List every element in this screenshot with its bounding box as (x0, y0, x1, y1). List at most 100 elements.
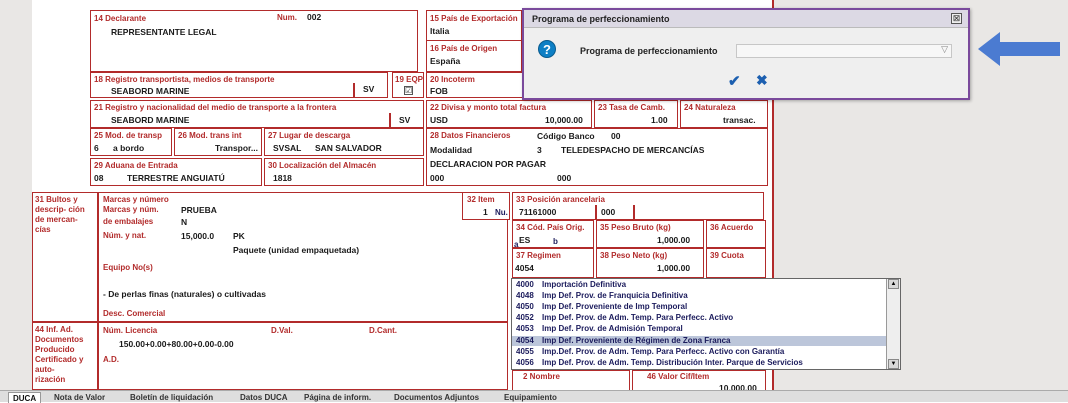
field-15: 15 País de Exportación Italia (426, 10, 522, 42)
field-31-marks-num-label: Marcas y núm. (103, 205, 159, 214)
field-14-value[interactable]: REPRESENTANTE LEGAL (111, 27, 217, 37)
tab-documentos-adjuntos[interactable]: Documentos Adjuntos (390, 392, 483, 403)
field-14-num-label: Num. (277, 13, 297, 22)
field-22-amount[interactable]: 10,000.00 (545, 115, 583, 125)
option-text: Imp Def. Prov. de Adm. Temp. Distribució… (542, 357, 803, 367)
option-text: Imp Def. Proveniente de Régimen de Zona … (542, 335, 731, 345)
field-31-desc[interactable]: - De perlas finas (naturales) o cultivad… (103, 289, 266, 299)
field-31-marks-label: Marcas y número (103, 195, 169, 204)
field-31-package-desc[interactable]: Paquete (unidad empaquetada) (233, 245, 359, 255)
field-34-sub2: b (553, 237, 558, 246)
field-34-value[interactable]: ES (519, 235, 530, 245)
dropdown-option[interactable]: 4000 Importación Definitiva (512, 280, 886, 291)
field-19-label: 19 EQP (395, 75, 424, 84)
field-44-lic-value[interactable]: 150.00+0.00+80.00+0.00-0.00 (119, 339, 234, 349)
field-28-bank[interactable]: 00 (611, 131, 620, 141)
field-26-value[interactable]: Transpor... (215, 143, 258, 153)
field-22: 22 Divisa y monto total factura USD 10,0… (426, 100, 592, 128)
field-28-code1[interactable]: 000 (430, 173, 444, 183)
dropdown-option[interactable]: 4048 Imp Def. Prov. de Franquicia Definit… (512, 291, 886, 302)
field-18-code[interactable]: SV (363, 84, 374, 94)
option-code: 4000 (516, 280, 534, 289)
dropdown-option[interactable]: 4054 Imp Def. Proveniente de Régimen de Z… (512, 335, 886, 347)
field-18: 18 Registro transportista, medios de tra… (90, 72, 388, 98)
field-46-label: 46 Valor Cif/Item (647, 372, 710, 381)
field-27-value[interactable]: SAN SALVADOR (315, 143, 382, 153)
field-25-value[interactable]: a bordo (113, 143, 144, 153)
field-15-value[interactable]: Italia (430, 26, 449, 36)
field-18-value[interactable]: SEABORD MARINE (111, 86, 189, 96)
field-24: 24 Naturaleza transac. (680, 100, 768, 128)
tab-datos-duca[interactable]: Datos DUCA (236, 392, 292, 403)
field-23: 23 Tasa de Camb. 1.00 (594, 100, 678, 128)
tab-equipamiento[interactable]: Equipamiento (500, 392, 561, 403)
field-27: 27 Lugar de descarga SVSAL SAN SALVADOR (264, 128, 424, 156)
field-39: 39 Cuota (706, 248, 766, 278)
chevron-down-icon: ▽ (941, 44, 948, 54)
field-28-mod-code[interactable]: 3 (537, 145, 542, 155)
field-16: 16 País de Origen España (426, 40, 522, 72)
field-22-currency[interactable]: USD (430, 115, 448, 125)
field-20-value[interactable]: FOB (430, 86, 448, 96)
field-18-label: 18 Registro transportista, medios de tra… (94, 75, 275, 84)
tab-duca[interactable]: DUCA (8, 392, 42, 403)
field-31-num-nat-label: Núm. y nat. (103, 231, 147, 240)
cancel-x-icon[interactable]: ✖ (756, 72, 768, 89)
dropdown-scrollbar[interactable]: ▲ ▼ (886, 279, 900, 369)
field-21-value[interactable]: SEABORD MARINE (111, 115, 189, 125)
dropdown-option[interactable]: 4052 Imp Def. Prov. de Adm. Temp. Para Pe… (512, 313, 886, 324)
field-31-num-nat-value[interactable]: 15,000.0 (181, 231, 214, 241)
field-25-code[interactable]: 6 (94, 143, 99, 153)
dropdown-option[interactable]: 4056 Imp Def. Prov. de Adm. Temp. Distrib… (512, 358, 886, 369)
field-28-code2[interactable]: 000 (557, 173, 571, 183)
divider (389, 113, 391, 127)
option-code: 4054 (516, 335, 534, 345)
field-21: 21 Registro y nacionalidad del medio de … (90, 100, 424, 128)
field-30: 30 Localización del Almacén 1818 (264, 158, 424, 186)
option-code: 4048 (516, 291, 534, 301)
field-22-label: 22 Divisa y monto total factura (430, 103, 547, 112)
tab-bar: DUCA Nota de Valor Boletín de liquidación D… (0, 390, 1068, 403)
field-24-value[interactable]: transac. (723, 115, 756, 125)
regimen-dropdown-list[interactable]: 4000 Importación Definitiva 4048 Imp Def. P… (511, 278, 901, 370)
field-23-value[interactable]: 1.00 (651, 115, 668, 125)
field-38-value[interactable]: 1,000.00 (657, 263, 690, 273)
field-35-value[interactable]: 1,000.00 (657, 235, 690, 245)
field-14-num[interactable]: 002 (307, 12, 321, 22)
option-code: 4053 (516, 324, 534, 334)
field-42: 2 Nombre (512, 370, 630, 392)
field-32-value[interactable]: 1 (483, 207, 488, 217)
field-28-payment[interactable]: DECLARACION POR PAGAR (430, 159, 546, 169)
field-28-mod-value[interactable]: TELEDESPACHO DE MERCANCÍAS (561, 145, 704, 155)
dropdown-option[interactable]: 4055 Imp.Def. Prov. de Adm. Temp. Para Pe… (512, 347, 886, 358)
field-33-value[interactable]: 71161000 (519, 207, 556, 217)
dropdown-option[interactable]: 4053 Imp Def. Prov. de Admisión Temporal (512, 324, 886, 335)
eqp-checkbox[interactable]: ☑ (404, 86, 413, 95)
confirm-check-icon[interactable]: ✔ (728, 72, 741, 90)
close-icon[interactable]: ⊠ (951, 13, 962, 24)
field-31-marks-num[interactable]: PRUEBA (181, 205, 217, 215)
field-21-code[interactable]: SV (399, 115, 410, 125)
perfeccionamiento-dialog: Programa de perfeccionamiento ⊠ ? Progra… (522, 8, 970, 100)
scroll-down-arrow-icon[interactable]: ▼ (888, 359, 899, 369)
dropdown-option[interactable]: 4050 Imp Def. Proveniente de Imp Temporal (512, 302, 886, 313)
field-28-label: 28 Datos Financieros (430, 131, 511, 140)
field-31-num-nat-code[interactable]: PK (233, 231, 245, 241)
divider (353, 83, 355, 97)
scroll-up-arrow-icon[interactable]: ▲ (888, 279, 899, 289)
field-16-value[interactable]: España (430, 56, 460, 66)
programa-select[interactable]: ▽ (736, 44, 952, 58)
field-28: 28 Datos Financieros Código Banco 00 Mod… (426, 128, 768, 186)
field-27-code[interactable]: SVSAL (273, 143, 301, 153)
field-31-pack-value[interactable]: N (181, 217, 187, 227)
field-44-dval-label: D.Val. (271, 326, 293, 335)
field-29-code[interactable]: 08 (94, 173, 103, 183)
tab-bolet-n-de-liquidaci-n[interactable]: Boletín de liquidación (126, 392, 217, 403)
field-33-code[interactable]: 000 (601, 207, 615, 217)
field-30-value[interactable]: 1818 (273, 173, 292, 183)
tab-p-gina-de-inform-[interactable]: Página de inform. (300, 392, 375, 403)
programa-label: Programa de perfeccionamiento (580, 46, 718, 56)
regimen-input[interactable]: 4054 (515, 263, 534, 273)
field-29-value[interactable]: TERRESTRE ANGUIATÚ (127, 173, 225, 183)
tab-nota-de-valor[interactable]: Nota de Valor (50, 392, 109, 403)
